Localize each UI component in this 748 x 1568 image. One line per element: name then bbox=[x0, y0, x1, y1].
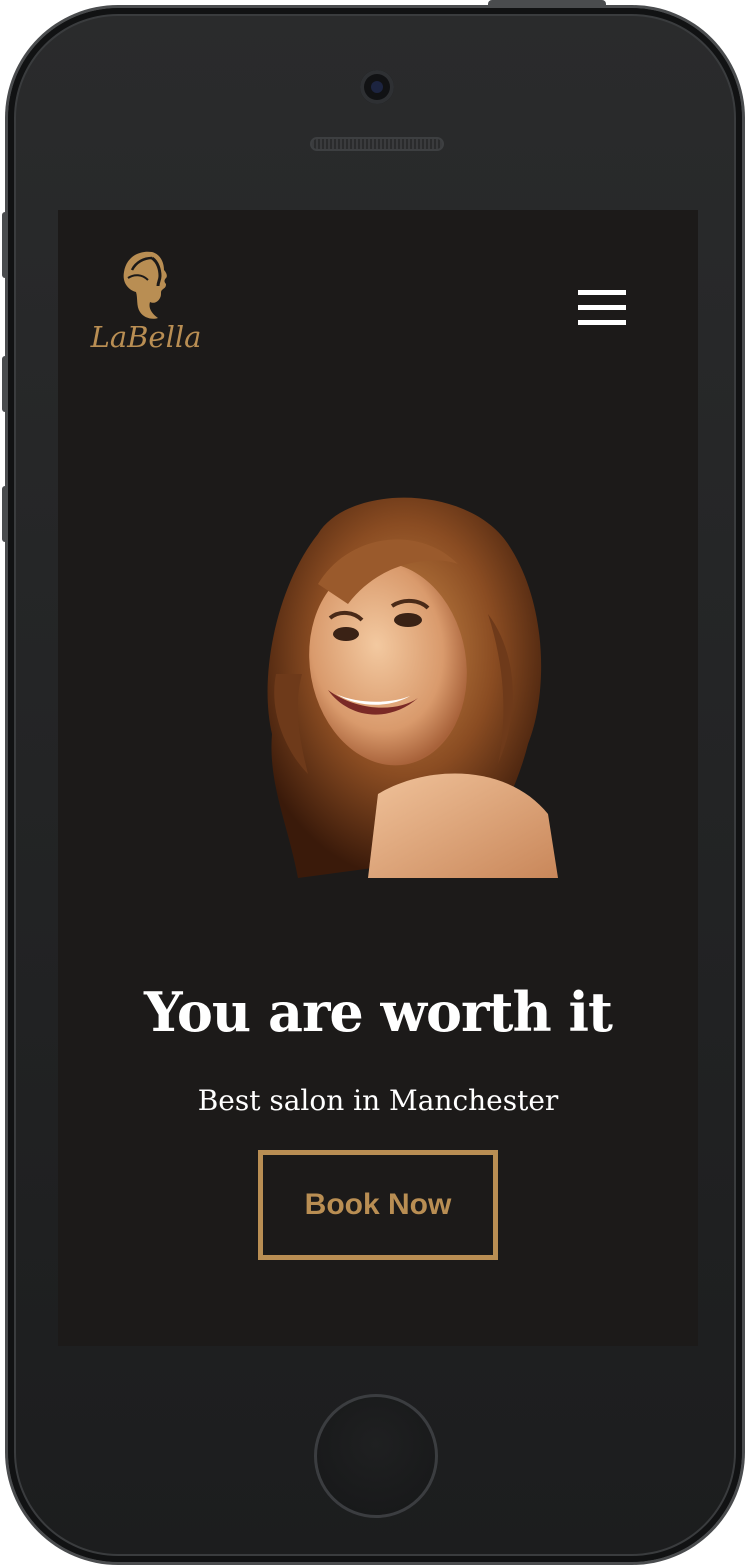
brand-name: LaBella bbox=[90, 320, 202, 354]
front-camera bbox=[360, 70, 394, 104]
book-now-button[interactable]: Book Now bbox=[258, 1150, 498, 1260]
app-screen: LaBella You are worth it Best salon in M… bbox=[58, 210, 698, 1346]
earpiece-speaker bbox=[310, 137, 444, 151]
brand-logo[interactable]: LaBella bbox=[88, 248, 204, 360]
hamburger-menu-icon[interactable] bbox=[576, 288, 628, 328]
woman-silhouette-logo-icon bbox=[123, 251, 167, 319]
home-button bbox=[314, 1394, 438, 1518]
hero-subheadline: Best salon in Manchester bbox=[197, 1084, 559, 1117]
hero-photo bbox=[267, 497, 558, 878]
hero-headline: You are worth it bbox=[144, 980, 613, 1044]
